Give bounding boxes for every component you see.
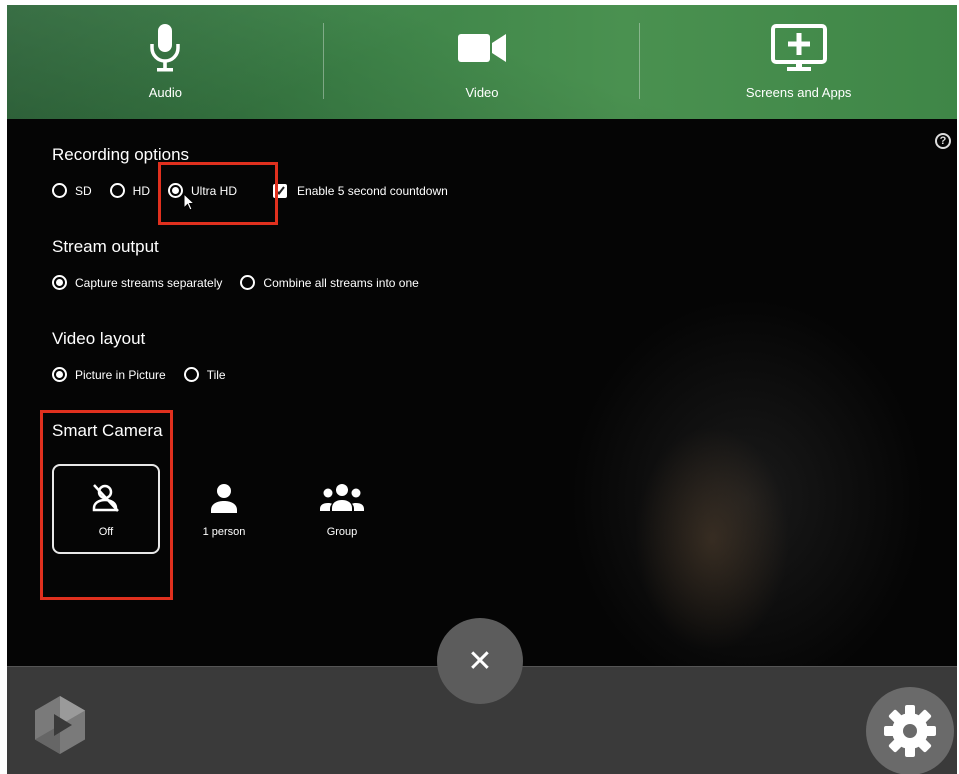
screen-add-icon: [770, 23, 827, 73]
countdown-label: Enable 5 second countdown: [297, 183, 448, 198]
quality-sd-radio[interactable]: SD: [52, 183, 92, 198]
panopto-logo-icon: [29, 694, 91, 761]
group-icon: [319, 480, 365, 516]
settings-gear-button[interactable]: [866, 687, 954, 774]
radio-indicator: [109, 183, 125, 198]
smart-camera-options: Off 1 person Group: [52, 464, 406, 554]
stream-combine-label: Combine all streams into one: [263, 275, 419, 290]
settings-panel: ? Recording options SD HD Ultra HD Enabl…: [7, 119, 957, 666]
countdown-checkbox[interactable]: Enable 5 second countdown: [273, 183, 448, 198]
gear-icon: [884, 705, 936, 757]
layout-pip-label: Picture in Picture: [75, 367, 166, 382]
video-camera-icon: [458, 23, 506, 73]
smart-camera-1-person-label: 1 person: [202, 526, 246, 538]
smart-camera-off-button[interactable]: Off: [52, 464, 160, 554]
smart-camera-group-button[interactable]: Group: [288, 464, 396, 554]
radio-indicator-selected: [52, 275, 67, 290]
stream-separate-radio[interactable]: Capture streams separately: [52, 275, 222, 290]
stream-combine-radio[interactable]: Combine all streams into one: [240, 275, 419, 290]
stream-output-title: Stream output: [52, 237, 159, 256]
video-layout-row: Picture in Picture Tile: [52, 367, 244, 382]
person-off-icon: [90, 480, 122, 516]
close-icon: ✕: [467, 643, 493, 679]
quality-hd-label: HD: [132, 183, 151, 198]
tab-screens-and-apps[interactable]: Screens and Apps: [640, 5, 957, 119]
layout-pip-radio[interactable]: Picture in Picture: [52, 367, 166, 382]
radio-indicator-selected: [52, 367, 67, 382]
mouse-cursor-icon: [183, 193, 195, 211]
stream-separate-label: Capture streams separately: [75, 275, 223, 290]
radio-indicator: [52, 183, 67, 198]
smart-camera-off-label: Off: [98, 526, 114, 538]
layout-tile-radio[interactable]: Tile: [183, 367, 226, 382]
help-icon[interactable]: ?: [935, 133, 951, 149]
stream-output-row: Capture streams separately Combine all s…: [52, 275, 437, 290]
quality-sd-label: SD: [75, 183, 92, 198]
tab-audio-label: Audio: [148, 85, 182, 100]
person-icon: [208, 480, 240, 516]
highlight-ultra-hd: [158, 162, 278, 225]
radio-indicator: [183, 367, 199, 382]
quality-hd-radio[interactable]: HD: [109, 183, 151, 198]
smart-camera-group-label: Group: [326, 526, 358, 538]
video-layout-title: Video layout: [52, 329, 146, 348]
close-button[interactable]: ✕: [437, 618, 523, 704]
layout-tile-label: Tile: [206, 367, 226, 382]
radio-indicator: [240, 275, 256, 290]
microphone-icon: [148, 23, 182, 73]
tab-screens-label: Screens and Apps: [745, 85, 852, 100]
tab-video[interactable]: Video: [324, 5, 641, 119]
tab-audio[interactable]: Audio: [7, 5, 324, 119]
source-tabs-bar: Audio Video Screens and Apps: [7, 5, 957, 119]
smart-camera-1-person-button[interactable]: 1 person: [170, 464, 278, 554]
tab-video-label: Video: [465, 85, 499, 100]
